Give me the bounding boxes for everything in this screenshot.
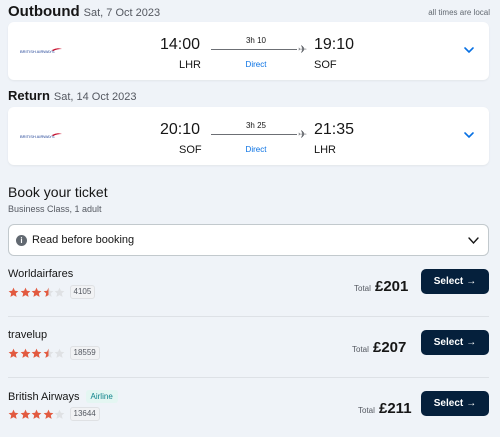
total-label: Total bbox=[352, 345, 369, 354]
provider-row: travelup 18559 Total £207 Select → bbox=[8, 329, 489, 389]
chevron-down-icon[interactable] bbox=[463, 129, 475, 141]
select-button-label: Select bbox=[433, 398, 464, 409]
arrow-right-icon: → bbox=[466, 337, 477, 348]
outbound-arrival-airport: SOF bbox=[314, 59, 337, 71]
price: £207 bbox=[373, 339, 407, 356]
return-route-line bbox=[211, 134, 297, 135]
total-label: Total bbox=[358, 406, 375, 415]
provider-name: British Airways Airline bbox=[8, 390, 118, 403]
return-arrival-airport: LHR bbox=[314, 144, 337, 156]
select-button-label: Select bbox=[433, 337, 464, 348]
divider bbox=[8, 316, 489, 317]
select-button[interactable]: Select → bbox=[421, 330, 489, 355]
outbound-departure-airport: LHR bbox=[179, 59, 202, 71]
star-half-icon bbox=[43, 287, 53, 297]
star-full-icon bbox=[20, 409, 30, 419]
star-full-icon bbox=[20, 348, 30, 358]
price: £211 bbox=[379, 400, 412, 417]
rating-stars: 13644 bbox=[8, 407, 100, 421]
outbound-date: Sat, 7 Oct 2023 bbox=[83, 7, 161, 19]
outbound-stops: Direct bbox=[245, 60, 267, 69]
airline-badge: Airline bbox=[85, 390, 118, 403]
british-airways-logo: BRITISH AIRWAYS bbox=[20, 48, 62, 54]
star-empty-icon bbox=[54, 287, 65, 297]
star-full-icon bbox=[31, 409, 42, 419]
star-half-icon bbox=[43, 348, 53, 358]
return-title: Return bbox=[8, 88, 50, 103]
provider-name-label: British Airways bbox=[8, 390, 80, 403]
return-duration: 3h 25 bbox=[245, 121, 267, 130]
provider-name-label: travelup bbox=[8, 329, 48, 341]
return-departure-time: 20:10 bbox=[160, 121, 201, 138]
review-count: 18559 bbox=[69, 346, 100, 360]
outbound-title: Outbound bbox=[8, 3, 80, 20]
outbound-departure-time: 14:00 bbox=[160, 36, 201, 53]
outbound-header: Outbound Sat, 7 Oct 2023 bbox=[8, 3, 160, 20]
outbound-duration: 3h 10 bbox=[245, 36, 267, 45]
return-stops: Direct bbox=[245, 145, 267, 154]
rating-stars: 4105 bbox=[8, 285, 96, 299]
return-date: Sat, 14 Oct 2023 bbox=[53, 91, 137, 103]
star-full-icon bbox=[20, 287, 30, 297]
star-full-icon bbox=[8, 287, 19, 297]
select-button[interactable]: Select → bbox=[421, 391, 489, 416]
select-button[interactable]: Select → bbox=[421, 269, 489, 294]
return-arrival-time: 21:35 bbox=[314, 121, 355, 138]
star-empty-icon bbox=[54, 409, 65, 419]
arrow-right-icon: → bbox=[466, 276, 477, 287]
total-label: Total bbox=[354, 284, 371, 293]
british-airways-logo: BRITISH AIRWAYS bbox=[20, 133, 62, 139]
times-local-note: all times are local bbox=[428, 8, 490, 17]
outbound-route-line bbox=[211, 49, 297, 50]
star-full-icon bbox=[8, 348, 19, 358]
return-leg-card[interactable]: BRITISH AIRWAYS 20:10 SOF 3h 25 ✈ Direct… bbox=[8, 107, 489, 165]
plane-icon: ✈ bbox=[298, 129, 308, 141]
info-icon: i bbox=[16, 235, 27, 246]
price: £201 bbox=[375, 278, 409, 295]
star-full-icon bbox=[31, 348, 42, 358]
star-full-icon bbox=[43, 409, 53, 419]
plane-icon: ✈ bbox=[298, 44, 308, 56]
review-count: 13644 bbox=[69, 407, 100, 421]
star-empty-icon bbox=[54, 348, 65, 358]
divider bbox=[8, 377, 489, 378]
outbound-arrival-time: 19:10 bbox=[314, 36, 355, 53]
book-ticket-title: Book your ticket bbox=[8, 184, 108, 200]
review-count: 4105 bbox=[69, 285, 96, 299]
read-before-booking-label: Read before booking bbox=[32, 234, 135, 246]
svg-text:BRITISH AIRWAYS: BRITISH AIRWAYS bbox=[20, 49, 55, 54]
cabin-class-subtitle: Business Class, 1 adult bbox=[8, 204, 102, 214]
star-full-icon bbox=[8, 409, 19, 419]
provider-name: Worldairfares bbox=[8, 268, 73, 280]
return-departure-airport: SOF bbox=[179, 144, 202, 156]
outbound-leg-card[interactable]: BRITISH AIRWAYS 14:00 LHR 3h 10 ✈ Direct… bbox=[8, 22, 489, 80]
star-full-icon bbox=[31, 287, 42, 297]
select-button-label: Select bbox=[433, 276, 464, 287]
svg-text:BRITISH AIRWAYS: BRITISH AIRWAYS bbox=[20, 134, 55, 139]
provider-name: travelup bbox=[8, 329, 47, 341]
return-header: Return Sat, 14 Oct 2023 bbox=[8, 88, 136, 103]
chevron-down-icon[interactable] bbox=[463, 44, 475, 56]
read-before-booking-dropdown[interactable]: i Read before booking bbox=[8, 224, 489, 256]
provider-name-label: Worldairfares bbox=[8, 268, 74, 280]
rating-stars: 18559 bbox=[8, 346, 100, 360]
provider-row: British Airways Airline 13644 Total £211… bbox=[8, 390, 489, 437]
provider-row: Worldairfares 4105 Total £201 Select → bbox=[8, 268, 489, 328]
chevron-down-icon[interactable] bbox=[467, 234, 480, 247]
arrow-right-icon: → bbox=[466, 398, 477, 409]
